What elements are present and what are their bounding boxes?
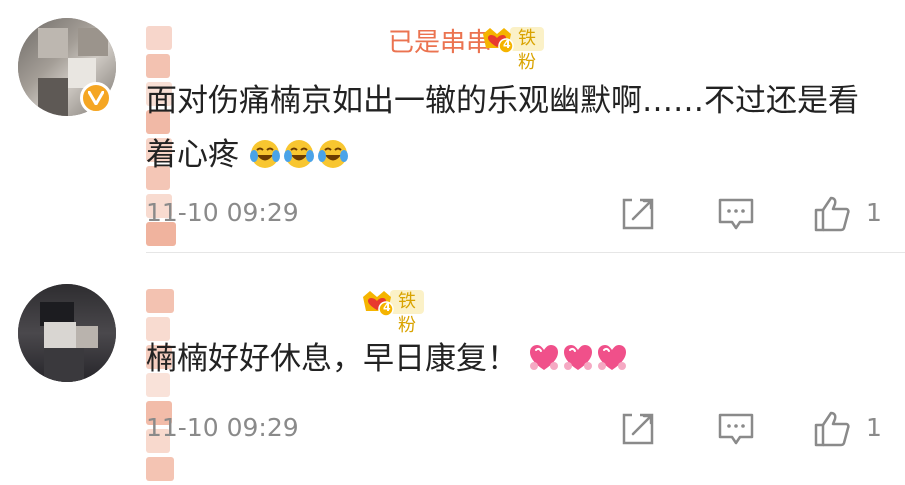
reply-button[interactable] <box>716 194 756 234</box>
comment-item: 4 铁粉 楠楠好好休息，早日康复！ 11-10 09:29 1 <box>0 254 905 481</box>
thumbs-up-icon <box>814 411 850 447</box>
comment-icon <box>718 198 754 230</box>
laugh-cry-icon <box>283 133 315 168</box>
reply-button[interactable] <box>716 409 756 449</box>
avatar[interactable] <box>18 284 116 382</box>
like-button[interactable] <box>812 409 852 449</box>
crown-icon: 4 <box>360 287 394 317</box>
share-icon <box>622 198 654 230</box>
username-blur <box>146 26 178 246</box>
timestamp: 11-10 09:29 <box>146 413 299 442</box>
comment-footer: 11-10 09:29 1 <box>146 409 905 449</box>
fan-badge[interactable]: 4 铁粉 <box>480 24 544 73</box>
thumbs-up-icon <box>814 196 850 232</box>
pink-heart-icon <box>596 337 628 370</box>
share-icon <box>622 413 654 445</box>
badge-level: 4 <box>383 301 391 314</box>
verified-icon <box>80 82 112 114</box>
username-text[interactable]: 已是串串 <box>388 22 492 59</box>
comment-text: 面对伤痛楠京如出一辙的乐观幽默啊……不过还是看着心疼 <box>146 74 886 182</box>
crown-icon: 4 <box>480 24 514 54</box>
pink-heart-icon <box>562 337 594 370</box>
fan-badge[interactable]: 4 铁粉 <box>360 287 424 336</box>
laugh-cry-icon <box>249 133 281 168</box>
pink-heart-icon <box>528 337 560 370</box>
comment-item: 已是串串 4 铁粉 面对伤痛楠京如出一辙的乐观幽默啊……不过还是看着心疼 11-… <box>0 0 905 252</box>
like-count: 1 <box>866 198 882 227</box>
username-blur <box>146 289 176 481</box>
comment-icon <box>718 413 754 445</box>
badge-label: 铁粉 <box>390 290 424 336</box>
share-button[interactable] <box>618 409 658 449</box>
comment-footer: 11-10 09:29 1 <box>146 194 905 234</box>
badge-label: 铁粉 <box>510 27 544 73</box>
like-count: 1 <box>866 413 882 442</box>
timestamp: 11-10 09:29 <box>146 198 299 227</box>
laugh-cry-icon <box>317 133 349 168</box>
badge-level: 4 <box>503 38 511 51</box>
comment-text: 楠楠好好休息，早日康复！ <box>146 332 886 386</box>
like-button[interactable] <box>812 194 852 234</box>
comment-body: 楠楠好好休息，早日康复！ <box>146 341 518 377</box>
divider <box>146 252 905 253</box>
share-button[interactable] <box>618 194 658 234</box>
